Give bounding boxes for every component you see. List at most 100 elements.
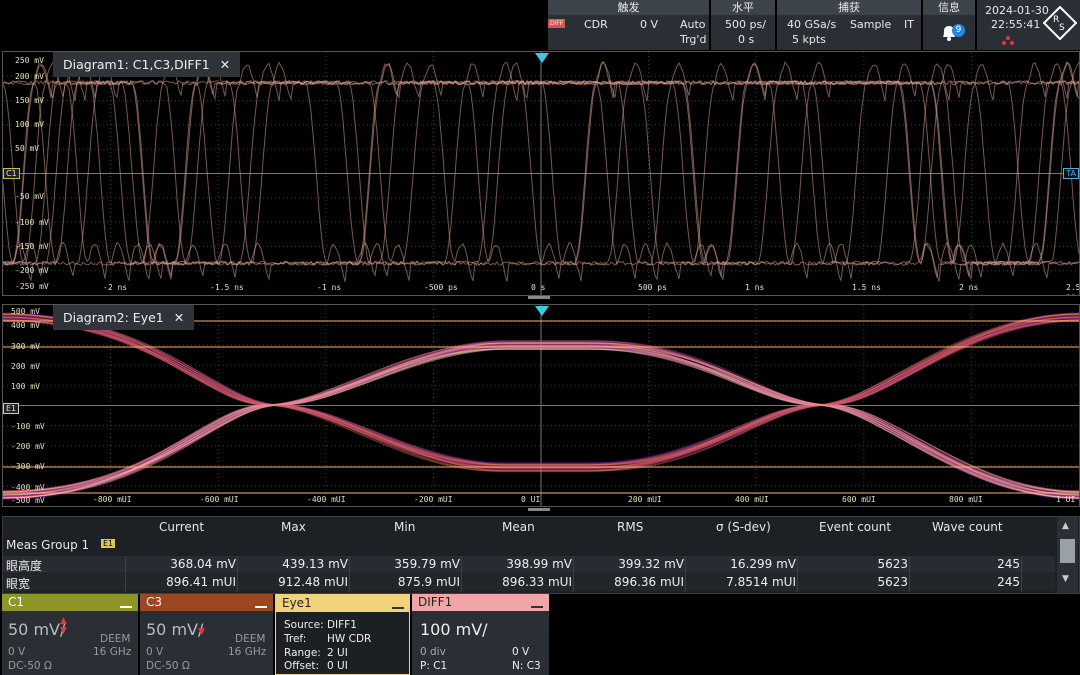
meas-cell: 245	[997, 575, 1020, 589]
c1-name: C1	[8, 595, 25, 609]
col-header-event-count: Event count	[819, 520, 892, 534]
horizontal-scale: 500 ps/	[725, 18, 766, 31]
diagram2-y-tick-label: -500 mV	[11, 496, 45, 505]
eye1-minimize-icon[interactable]	[392, 607, 404, 609]
c3-adjust-arrow-icon[interactable]: ▼	[198, 627, 205, 637]
meas-row-name: 眼高度	[6, 559, 43, 573]
diagram2-x-tick-label: 600 mUI	[842, 495, 876, 504]
eye1-source: Source: DIFF1	[284, 619, 357, 631]
meas-cell: 896.36 mUI	[614, 575, 684, 589]
eye1-header: Eye1	[276, 595, 409, 612]
acquisition-rate: 40 GSa/s	[787, 18, 837, 31]
diagram2-tab[interactable]: Diagram2: Eye1 ✕	[53, 305, 195, 330]
meas-group-label: Meas Group 1	[6, 538, 90, 552]
diagram2-y-tick-label: 200 mV	[11, 362, 40, 371]
eye1-box[interactable]: Eye1 Source: DIFF1 Tref: HW CDR Range: 2…	[275, 594, 410, 675]
c3-scale: 50 mV/	[146, 620, 204, 639]
diff1-box[interactable]: DIFF1 100 mV/ 0 div 0 V P: C1 N: C3	[412, 594, 549, 675]
diff1-header: DIFF1	[412, 594, 549, 611]
meas-cell: 398.99 mV	[506, 557, 572, 571]
trigger-level: 0 V	[640, 18, 659, 31]
meas-cell: 896.33 mUI	[502, 575, 572, 589]
scroll-down-icon[interactable]: ▼	[1062, 574, 1069, 584]
meas-cell: 16.299 mV	[730, 557, 796, 571]
eye-position-icon[interactable]	[534, 305, 550, 317]
eye1-range-label: Range:	[284, 647, 321, 659]
trigger-panel[interactable]: 触发 DIFF CDR 0 V Auto Trg'd	[548, 0, 709, 50]
diff1-name: DIFF1	[418, 595, 453, 609]
meas-column-divider	[125, 556, 126, 592]
diagram2-y-tick-label: -300 mV	[11, 462, 45, 471]
c3-offset: 0 V	[146, 646, 164, 658]
channel-c1-box[interactable]: C1 50 mV/ ▲ ▼ DEEM 16 GHz 0 V DC-50 Ω	[2, 594, 138, 675]
c3-minimize-icon[interactable]	[255, 606, 267, 608]
meas-row[interactable]: 眼宽 896.41 mUI 912.48 mUI 875.9 mUI 896.33 mU…	[3, 574, 1055, 591]
diagram2-y-tick-label: -200 mV	[11, 442, 45, 451]
c1-coupling: DC-50 Ω	[8, 660, 52, 672]
eye1-name: Eye1	[282, 596, 312, 610]
meas-cell: 5623	[877, 557, 908, 571]
c3-coupling: DC-50 Ω	[146, 660, 190, 672]
col-header-mean: Mean	[502, 520, 535, 534]
diff1-volts: 0 V	[512, 646, 530, 658]
meas-cell: 896.41 mUI	[166, 575, 236, 589]
meas-splitter-handle[interactable]	[528, 508, 550, 511]
diagram1-y-tick-label: 150 mV	[15, 96, 44, 105]
c1-marker[interactable]: C1	[3, 168, 20, 179]
diagram1-y-tick-label: -150 mV	[15, 242, 49, 251]
e1-marker[interactable]: E1	[3, 403, 20, 414]
c1-minimize-icon[interactable]	[120, 606, 132, 608]
meas-column-divider	[349, 556, 350, 592]
channel-c3-box[interactable]: C3 50 mV/ ▼ DEEM 16 GHz 0 V DC-50 Ω	[140, 594, 273, 675]
diagram2-close-icon[interactable]: ✕	[174, 310, 184, 325]
datetime-panel: 2024-01-30 22:55:41 R S	[977, 0, 1080, 50]
c3-bandwidth: 16 GHz	[228, 646, 267, 658]
scroll-thumb[interactable]	[1060, 539, 1075, 563]
c1-offset: 0 V	[8, 646, 26, 658]
diagram1-y-tick-label: -250 mV	[15, 282, 49, 291]
meas-cell: 7.8514 mUI	[726, 575, 796, 589]
diagram1-close-icon[interactable]: ✕	[220, 57, 230, 72]
diagram-splitter-handle[interactable]	[528, 296, 550, 299]
horizontal-header: 水平	[711, 0, 775, 15]
meas-scrollbar[interactable]: ▲ ▼	[1057, 517, 1078, 593]
meas-cell: 875.9 mUI	[397, 575, 460, 589]
diagram1-y-tick-label: 200 mV	[15, 72, 44, 81]
meas-row[interactable]: 眼高度 368.04 mV 439.13 mV 359.79 mV 398.99 mV 3…	[3, 556, 1055, 573]
info-panel[interactable]: 信息 9	[923, 0, 975, 50]
diff1-p: P: C1	[420, 660, 448, 672]
diagram2-eye-diagram	[3, 305, 1079, 506]
trigger-source-badge: DIFF	[548, 19, 566, 28]
acquisition-panel[interactable]: 捕获 40 GSa/s 5 kpts Sample IT	[777, 0, 921, 50]
eye1-range-value: 2 UI	[327, 647, 348, 659]
diagram1-tab[interactable]: Diagram1: C1,C3,DIFF1 ✕	[53, 52, 241, 77]
diagram1-x-tick-label: 1 ns	[745, 283, 765, 292]
meas-cell: 439.13 mV	[282, 557, 348, 571]
meas-column-divider	[1021, 556, 1022, 592]
horizontal-panel[interactable]: 水平 500 ps/ 0 s	[711, 0, 775, 50]
c1-scale: 50 mV/	[8, 620, 66, 639]
col-header-min: Min	[394, 520, 416, 534]
diagram1-y-tick-label: 100 mV	[15, 120, 44, 129]
diagram2-x-tick-label: -400 mUI	[307, 495, 346, 504]
c1-header: C1	[2, 594, 138, 611]
diagram1-x-tick-label: -500 ps	[424, 283, 458, 292]
diff1-n: N: C3	[512, 660, 541, 672]
diagram1-panel[interactable]: Diagram1: C1,C3,DIFF1 ✕ 250 mV 200 mV 150 …	[2, 51, 1080, 296]
diagram1-y-tick-label: -100 mV	[15, 218, 49, 227]
scroll-up-icon[interactable]: ▲	[1062, 521, 1069, 531]
diff1-minimize-icon[interactable]	[531, 606, 543, 608]
trigger-position-icon[interactable]	[534, 52, 550, 64]
diagram2-y-tick-label: 100 mV	[11, 382, 40, 391]
meas-column-divider	[797, 556, 798, 592]
diagram2-x-tick-label: 400 mUI	[735, 495, 769, 504]
diagram1-x-tick-label: -1.5 ns	[210, 283, 244, 292]
diagram2-panel[interactable]: Diagram2: Eye1 ✕ 500 mV 400 mV 300 mV 200 m…	[2, 304, 1080, 507]
ta-marker[interactable]: TA	[1063, 168, 1079, 179]
c1-bandwidth: 16 GHz	[93, 646, 132, 658]
meas-cell: 912.48 mUI	[278, 575, 348, 589]
diagram2-x-tick-label: -600 mUI	[200, 495, 239, 504]
c1-adjust-arrows-icon[interactable]: ▲ ▼	[60, 616, 67, 636]
diagram2-x-tick-label: 1 UI	[1056, 495, 1076, 504]
meas-cell: 399.32 mV	[618, 557, 684, 571]
